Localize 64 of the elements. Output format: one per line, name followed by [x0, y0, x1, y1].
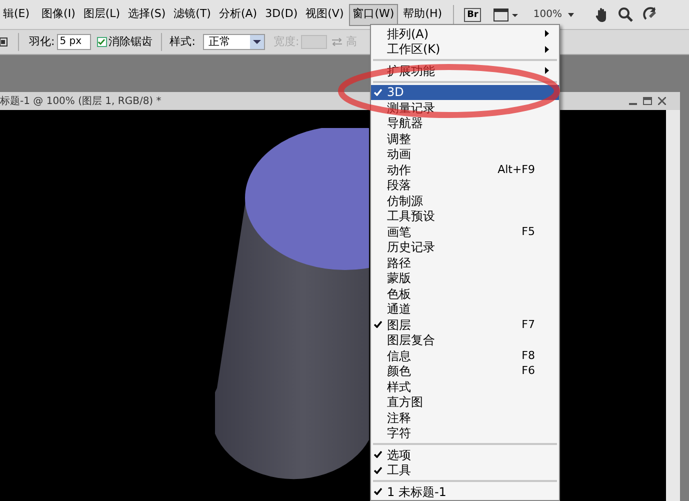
checkmark-icon	[374, 88, 382, 96]
menu-bar-item[interactable]: 3D(D)	[262, 4, 301, 26]
zoom-level-dropdown[interactable]: 100%	[533, 7, 562, 22]
menu-item[interactable]: 动画	[371, 146, 559, 162]
feather-field[interactable]: 5 px	[56, 34, 91, 50]
maximize-icon[interactable]	[643, 97, 652, 105]
menu-item[interactable]: 字符	[371, 426, 559, 441]
swap-icon	[332, 38, 342, 46]
menu-item[interactable]: 动作 Alt+F9	[371, 162, 559, 178]
menu-item[interactable]: 通道	[371, 302, 559, 317]
menu-bar-item[interactable]: 图层(L)	[80, 4, 124, 26]
menu-item[interactable]: 段落	[371, 178, 559, 193]
menu-item[interactable]: 工具预设	[371, 208, 559, 224]
menu-item[interactable]: 工具	[371, 462, 559, 478]
document-title: 标题-1 @ 100% (图层 1, RGB/8) *	[0, 94, 162, 108]
submenu-arrow-icon	[545, 30, 549, 38]
menu-item[interactable]: 信息 F8	[371, 348, 559, 364]
bridge-button[interactable]: Br	[464, 8, 482, 22]
menu-item[interactable]: 导航器	[371, 116, 559, 131]
menu-item[interactable]: 图层复合	[371, 332, 559, 348]
antialias-checkbox[interactable]	[96, 37, 107, 47]
style-label: 样式:	[170, 34, 196, 50]
menu-item[interactable]: 色板	[371, 286, 559, 302]
antialias-label: 消除锯齿	[108, 34, 153, 50]
caret-icon	[250, 35, 264, 49]
menu-item[interactable]: 颜色 F6	[371, 364, 559, 379]
menu-bar-item[interactable]: 辑(E)	[0, 4, 33, 26]
search-icon[interactable]	[618, 7, 633, 22]
menu-bar-item[interactable]: 选择(S)	[125, 4, 169, 26]
rotate-view-icon[interactable]	[642, 6, 659, 22]
width-field	[301, 35, 328, 49]
menu-item[interactable]: 样式	[371, 379, 559, 394]
menu-item[interactable]: 仿制源	[371, 193, 559, 208]
feather-label: 羽化:	[29, 34, 55, 50]
menu-bar-item[interactable]: 视图(V)	[302, 4, 347, 26]
selection-mode-icon[interactable]	[0, 37, 8, 47]
close-icon[interactable]	[658, 97, 666, 105]
menu-item[interactable]: 注释	[371, 410, 559, 426]
menu-item[interactable]: 调整	[371, 131, 559, 146]
scrollbar[interactable]	[666, 110, 680, 501]
menu-item[interactable]: 蒙版	[371, 270, 559, 286]
menu-item[interactable]: 图层 F7	[371, 317, 559, 332]
checkmark-icon	[374, 488, 382, 496]
checkmark-icon	[98, 39, 106, 45]
menu-bar-item[interactable]: 滤镜(T)	[170, 4, 214, 26]
menu-item[interactable]: 3D	[371, 84, 559, 100]
menu-item[interactable]: 直方图	[371, 394, 559, 410]
menu-item[interactable]: 选项	[371, 447, 559, 462]
menu-item[interactable]: 历史记录	[371, 240, 559, 255]
menu-item[interactable]: 路径	[371, 255, 559, 270]
menu-bar-item[interactable]: 窗口(W)	[348, 4, 398, 26]
menu-bar-item[interactable]: 帮助(H)	[400, 4, 446, 26]
caret-icon	[568, 12, 574, 16]
menu-bar-item[interactable]: 图像(I)	[38, 4, 78, 26]
checkmark-icon	[374, 321, 382, 328]
menu-item[interactable]: 1 未标题-1	[371, 484, 559, 500]
screen-mode-icon[interactable]	[493, 8, 520, 22]
style-dropdown[interactable]: 正常	[203, 34, 266, 50]
menu-item[interactable]: 画笔 F5	[371, 224, 559, 240]
submenu-arrow-icon	[545, 67, 549, 74]
submenu-arrow-icon	[545, 46, 549, 53]
menu-bar-item[interactable]: 分析(A)	[216, 4, 260, 26]
menu-item[interactable]: 排列(A)	[371, 26, 559, 42]
menu-item[interactable]: 工作区(K)	[371, 42, 559, 57]
